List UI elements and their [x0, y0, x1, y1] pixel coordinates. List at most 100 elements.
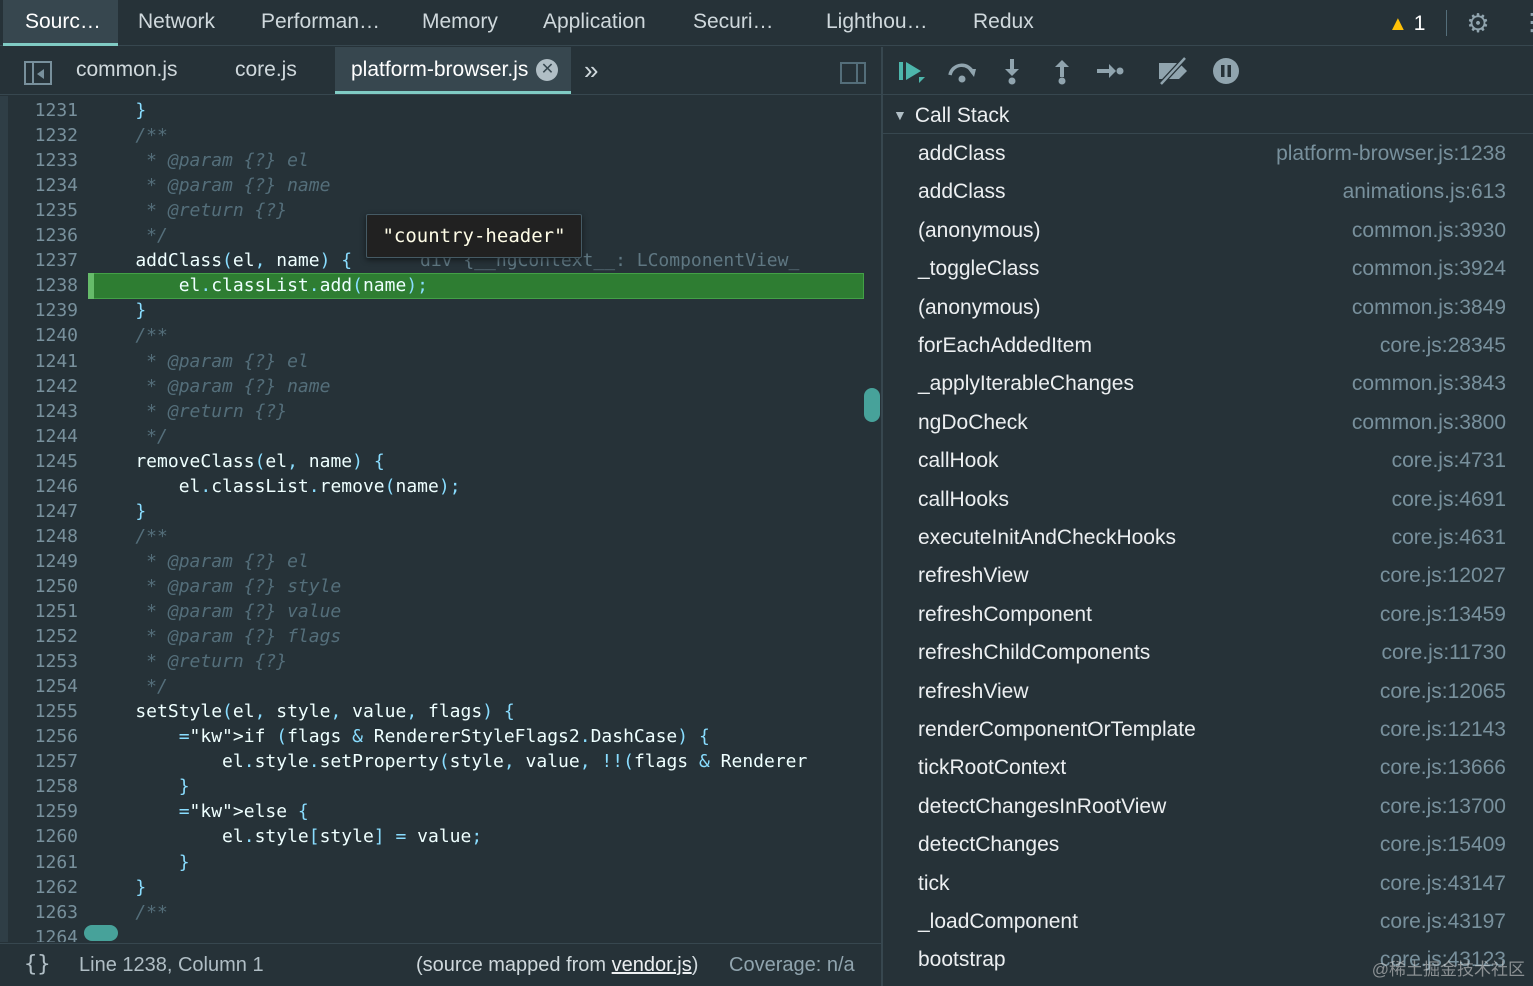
line-number[interactable]: 1254	[0, 674, 78, 699]
line-number[interactable]: 1249	[0, 549, 78, 574]
line-number[interactable]: 1246	[0, 474, 78, 499]
tab-memory[interactable]: Memory	[422, 0, 498, 46]
line-number[interactable]: 1255	[0, 699, 78, 724]
file-tab-common[interactable]: common.js	[76, 47, 178, 94]
line-number[interactable]: 1235	[0, 198, 78, 223]
more-tabs-chevron-icon[interactable]: »	[584, 47, 598, 94]
line-number[interactable]: 1261	[0, 850, 78, 875]
more-options-icon[interactable]: ⋮	[1520, 8, 1533, 38]
tab-network[interactable]: Network	[138, 0, 215, 46]
frame-location[interactable]: core.js:28345	[1380, 327, 1506, 365]
frame-location[interactable]: core.js:12027	[1380, 557, 1506, 595]
frame-location[interactable]: core.js:13666	[1380, 749, 1506, 787]
call-frame[interactable]: refreshComponent core.js:13459	[883, 596, 1533, 634]
toggle-navigator-icon[interactable]	[24, 61, 52, 85]
line-number[interactable]: 1259	[0, 799, 78, 824]
call-frame[interactable]: callHooks core.js:4691	[883, 481, 1533, 519]
frame-location[interactable]: core.js:43147	[1380, 865, 1506, 903]
line-number[interactable]: 1256	[0, 724, 78, 749]
tab-security[interactable]: Securi…	[693, 0, 774, 46]
call-frame[interactable]: tickRootContext core.js:13666	[883, 749, 1533, 787]
frame-location[interactable]: common.js:3849	[1352, 289, 1506, 327]
frame-location[interactable]: core.js:4691	[1392, 481, 1506, 519]
frame-location[interactable]: core.js:13700	[1380, 788, 1506, 826]
step-over-icon[interactable]	[945, 57, 979, 85]
line-number[interactable]: 1242	[0, 374, 78, 399]
line-number[interactable]: 1244	[0, 424, 78, 449]
tab-lighthouse[interactable]: Lighthou…	[826, 0, 928, 46]
frame-location[interactable]: core.js:11730	[1381, 634, 1506, 672]
toggle-debugger-icon[interactable]	[840, 62, 866, 84]
tab-sources[interactable]: Sourc…	[3, 0, 118, 46]
call-frame[interactable]: _applyIterableChanges common.js:3843	[883, 365, 1533, 403]
frame-location[interactable]: core.js:4631	[1392, 519, 1506, 557]
call-frame[interactable]: (anonymous) common.js:3930	[883, 212, 1533, 250]
call-frame[interactable]: _toggleClass common.js:3924	[883, 250, 1533, 288]
line-number[interactable]: 1253	[0, 649, 78, 674]
line-number[interactable]: 1231	[0, 98, 78, 123]
line-number[interactable]: 1236	[0, 223, 78, 248]
line-number[interactable]: 1238	[0, 273, 78, 298]
step-into-icon[interactable]	[999, 57, 1025, 85]
call-frame[interactable]: detectChanges core.js:15409	[883, 826, 1533, 864]
frame-location[interactable]: core.js:43197	[1380, 903, 1506, 941]
frame-location[interactable]: core.js:13459	[1380, 596, 1506, 634]
step-out-icon[interactable]	[1049, 57, 1075, 85]
step-icon[interactable]	[1095, 57, 1125, 85]
line-number[interactable]: 1251	[0, 599, 78, 624]
line-number[interactable]: 1263	[0, 900, 78, 925]
line-number[interactable]: 1240	[0, 323, 78, 348]
call-frame[interactable]: addClass animations.js:613	[883, 173, 1533, 211]
frame-location[interactable]: common.js:3843	[1352, 365, 1506, 403]
frame-location[interactable]: core.js:15409	[1380, 826, 1506, 864]
horizontal-scrollbar-thumb[interactable]	[84, 925, 118, 941]
line-number[interactable]: 1245	[0, 449, 78, 474]
call-frame[interactable]: _loadComponent core.js:43197	[883, 903, 1533, 941]
call-frame[interactable]: addClass platform-browser.js:1238	[883, 135, 1533, 173]
file-tab-core[interactable]: core.js	[235, 47, 297, 94]
call-frame[interactable]: refreshView core.js:12027	[883, 557, 1533, 595]
line-number[interactable]: 1241	[0, 349, 78, 374]
frame-location[interactable]: core.js:12065	[1380, 673, 1506, 711]
file-tab-platform-browser[interactable]: platform-browser.js ✕	[335, 47, 571, 94]
line-number[interactable]: 1232	[0, 123, 78, 148]
pause-on-exceptions-icon[interactable]	[1211, 57, 1241, 85]
warnings-counter[interactable]: ▲ 1	[1388, 10, 1425, 38]
line-number[interactable]: 1252	[0, 624, 78, 649]
line-number[interactable]: 1262	[0, 875, 78, 900]
line-number[interactable]: 1258	[0, 774, 78, 799]
call-stack-header[interactable]: ▼ Call Stack	[883, 96, 1533, 134]
line-number[interactable]: 1243	[0, 399, 78, 424]
source-map-link[interactable]: vendor.js	[612, 954, 692, 976]
frame-location[interactable]: animations.js:613	[1343, 173, 1506, 211]
line-number[interactable]: 1248	[0, 524, 78, 549]
line-number[interactable]: 1239	[0, 298, 78, 323]
line-number[interactable]: 1250	[0, 574, 78, 599]
line-number[interactable]: 1260	[0, 824, 78, 849]
call-frame[interactable]: executeInitAndCheckHooks core.js:4631	[883, 519, 1533, 557]
line-number[interactable]: 1237	[0, 248, 78, 273]
resume-icon[interactable]	[897, 57, 927, 85]
call-frame[interactable]: callHook core.js:4731	[883, 442, 1533, 480]
line-number[interactable]: 1233	[0, 148, 78, 173]
close-icon[interactable]: ✕	[536, 59, 559, 81]
frame-location[interactable]: core.js:4731	[1392, 442, 1506, 480]
call-frame[interactable]: refreshView core.js:12065	[883, 673, 1533, 711]
frame-location[interactable]: platform-browser.js:1238	[1276, 135, 1506, 173]
frame-location[interactable]: core.js:12143	[1380, 711, 1506, 749]
gear-icon[interactable]: ⚙	[1462, 9, 1494, 37]
call-frame[interactable]: renderComponentOrTemplate core.js:12143	[883, 711, 1533, 749]
call-frame[interactable]: (anonymous) common.js:3849	[883, 289, 1533, 327]
code-editor[interactable]: 1231 } 1232 /** 1233 * @param {?} el 1234 *…	[0, 96, 881, 942]
vertical-scrollbar-thumb[interactable]	[864, 388, 880, 422]
line-number[interactable]: 1257	[0, 749, 78, 774]
pretty-print-button[interactable]: {}	[24, 944, 51, 986]
frame-location[interactable]: common.js:3924	[1352, 250, 1506, 288]
frame-location[interactable]: common.js:3800	[1352, 404, 1506, 442]
tab-application[interactable]: Application	[543, 0, 646, 46]
call-frame[interactable]: detectChangesInRootView core.js:13700	[883, 788, 1533, 826]
line-number[interactable]: 1264	[0, 925, 78, 942]
call-frame[interactable]: forEachAddedItem core.js:28345	[883, 327, 1533, 365]
call-frame[interactable]: refreshChildComponents core.js:11730	[883, 634, 1533, 672]
call-frame[interactable]: tick core.js:43147	[883, 865, 1533, 903]
